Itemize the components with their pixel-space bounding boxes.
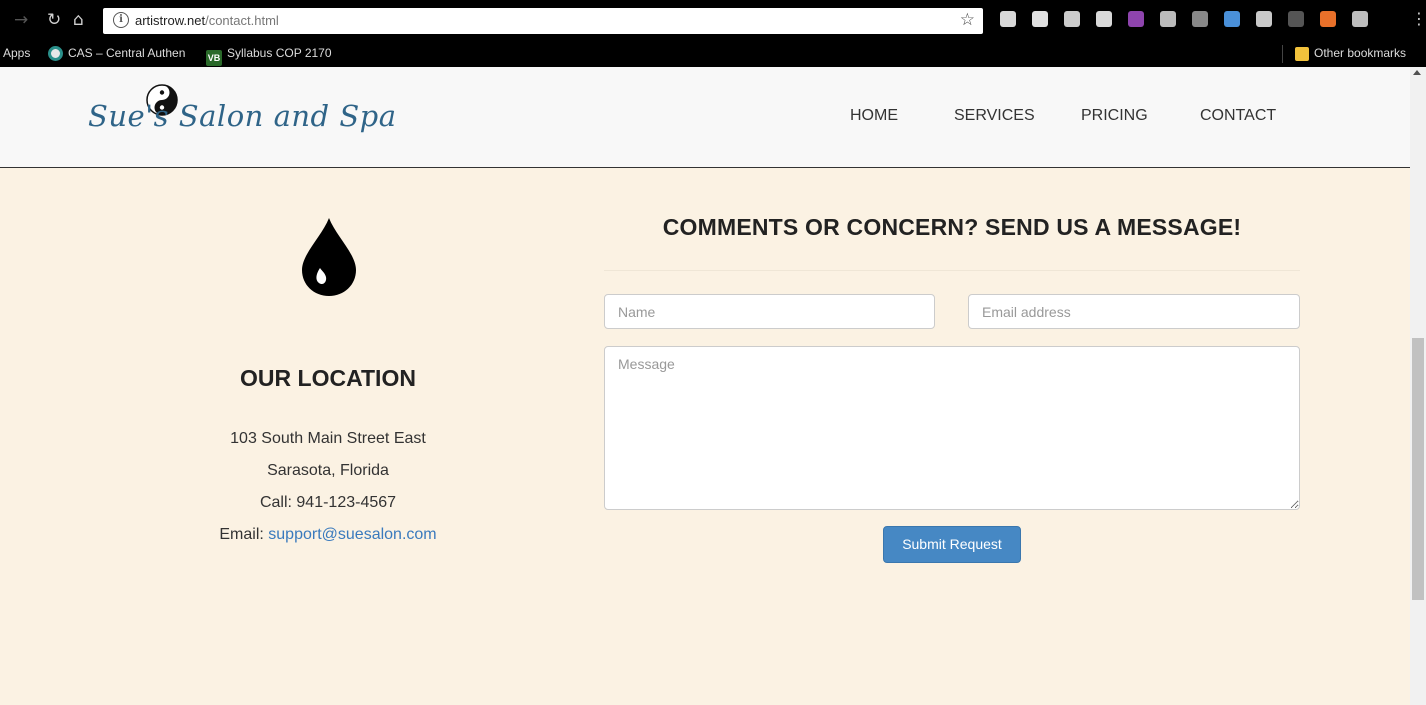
nav-services[interactable]: SERVICES [954,107,1035,125]
cas-icon [48,46,63,61]
browser-toolbar: → ↻ ⌂ i artistrow.net/contact.html ☆ ⋮ [0,0,1426,41]
message-textarea[interactable] [604,346,1300,510]
scroll-up-arrow-icon[interactable] [1413,70,1421,75]
extension-icon[interactable] [1288,11,1304,27]
extension-icon[interactable] [1000,11,1016,27]
info-icon[interactable]: i [113,12,129,28]
address-city: Sarasota, Florida [267,462,389,479]
menu-icon[interactable]: ⋮ [1411,9,1426,29]
bookmark-other[interactable]: Other bookmarks [1295,46,1406,61]
extension-icon[interactable] [1160,11,1176,27]
url-text: artistrow.net/contact.html [135,13,279,28]
extension-icon[interactable] [1064,11,1080,27]
nav-home[interactable]: HOME [850,107,898,125]
home-icon[interactable]: ⌂ [73,10,84,30]
divider [604,270,1300,271]
nav-pricing[interactable]: PRICING [1081,107,1148,125]
site-logo[interactable]: Sue's Salon and Spa [88,99,397,133]
extension-icon[interactable] [1128,11,1144,27]
extension-icon[interactable] [1352,11,1368,27]
scrollbar-thumb[interactable] [1412,338,1424,600]
bookmarks-bar: Apps CAS – Central Authen VB Syllabus COP… [0,41,1426,67]
water-drop-icon [302,218,356,296]
email-line: Email: support@suesalon.com [160,526,496,544]
email-label: Email: [219,526,269,543]
bookmark-syllabus[interactable]: VB Syllabus COP 2170 [206,46,332,66]
extension-icon[interactable] [1192,11,1208,27]
submit-request-button[interactable]: Submit Request [883,526,1021,563]
extension-icon[interactable] [1224,11,1240,27]
bookmark-cas[interactable]: CAS – Central Authen [48,46,185,61]
bookmark-cas-label: CAS – Central Authen [68,46,186,60]
reload-icon[interactable]: ↻ [47,10,61,30]
bookmark-star-icon[interactable]: ☆ [960,10,975,30]
email-input[interactable] [968,294,1300,329]
address-street: 103 South Main Street East [230,430,426,447]
folder-icon [1295,47,1309,61]
address-bar[interactable]: i artistrow.net/contact.html ☆ [103,8,983,34]
email-link[interactable]: support@suesalon.com [268,526,436,543]
extension-icon[interactable] [1320,11,1336,27]
site-header: Sue's Salon and Spa HOME SERVICES PRICIN… [0,67,1410,168]
form-title: COMMENTS OR CONCERN? SEND US A MESSAGE! [662,214,1242,240]
extension-icon[interactable] [1032,11,1048,27]
phone-number: Call: 941-123-4567 [259,494,397,511]
extension-icon[interactable] [1096,11,1112,27]
bookmarks-divider [1282,45,1283,63]
bookmark-apps[interactable]: Apps [3,46,30,60]
bookmark-other-label: Other bookmarks [1314,46,1407,60]
back-arrow-icon[interactable]: → [14,10,28,30]
vb-icon: VB [206,50,222,66]
extension-icon[interactable] [1256,11,1272,27]
name-input[interactable] [604,294,935,329]
location-title: OUR LOCATION [240,365,416,391]
bookmark-syllabus-label: Syllabus COP 2170 [227,46,332,60]
nav-contact[interactable]: CONTACT [1200,107,1276,125]
